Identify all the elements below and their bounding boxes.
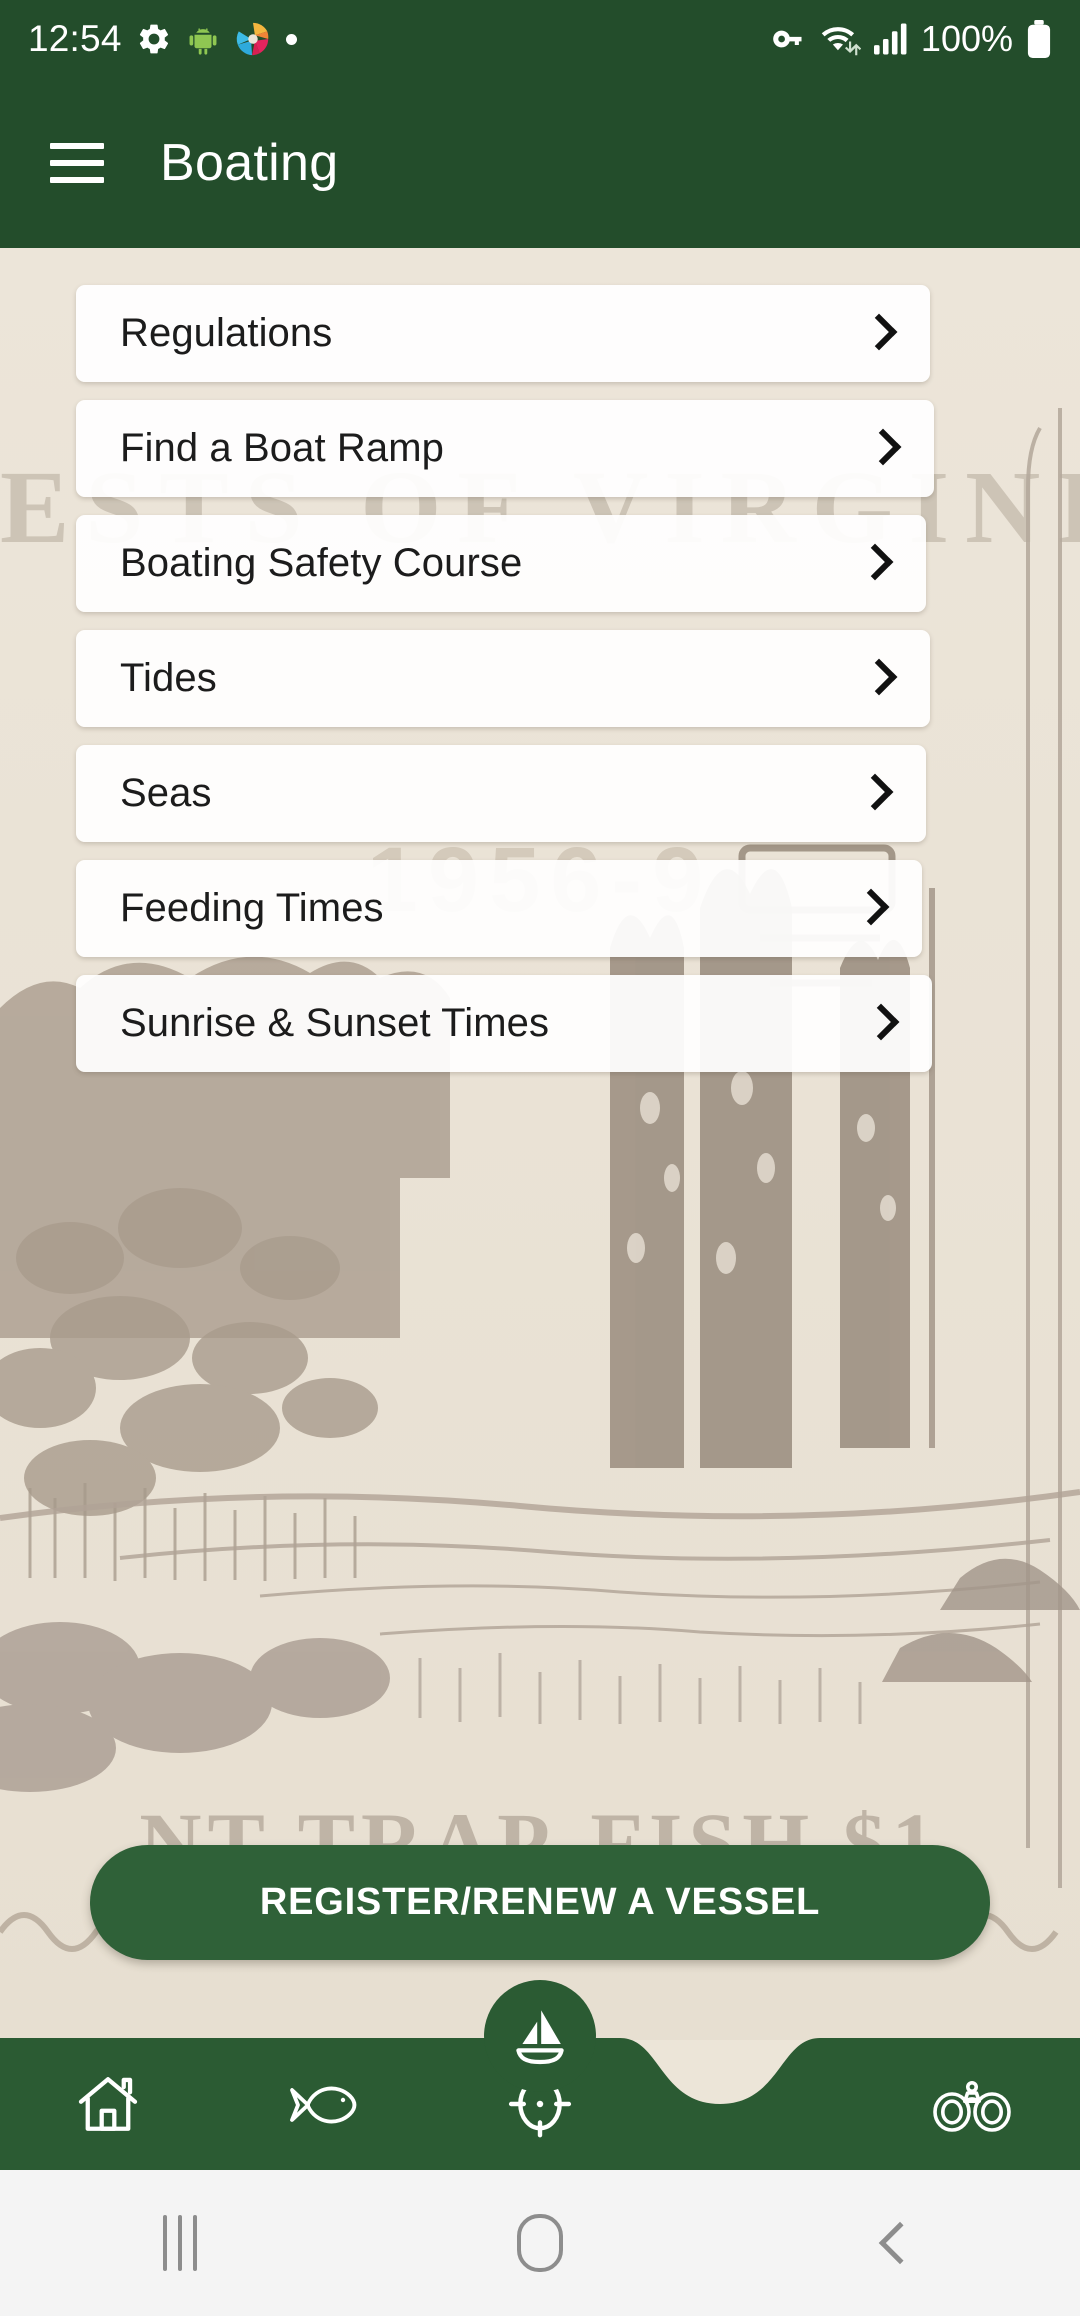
- menu-item-regulations[interactable]: Regulations: [76, 285, 930, 382]
- wifi-icon: [821, 27, 861, 56]
- color-swirl-icon: [236, 22, 268, 56]
- status-bar-right: 100%: [772, 18, 1052, 60]
- fish-icon: [290, 2086, 357, 2124]
- battery-percent-label: 100%: [920, 18, 1013, 59]
- chevron-right-icon: [868, 428, 894, 470]
- sailboat-icon: [516, 2010, 564, 2065]
- recents-icon: [163, 2215, 197, 2271]
- page-title: Boating: [160, 134, 339, 192]
- system-back-button[interactable]: [720, 2221, 1080, 2265]
- dot-icon: [285, 33, 297, 45]
- boating-menu-list: Regulations Find a Boat Ramp Boating Saf…: [0, 285, 1080, 1090]
- chevron-right-icon: [856, 888, 882, 930]
- menu-item-feeding-times[interactable]: Feeding Times: [76, 860, 922, 957]
- system-navigation-bar: [0, 2170, 1080, 2316]
- menu-item-tides[interactable]: Tides: [76, 630, 930, 727]
- binoculars-icon: [933, 2081, 1011, 2132]
- android-robot-icon: [189, 28, 217, 55]
- nav-item-home[interactable]: [0, 2038, 216, 2170]
- chevron-right-icon: [864, 658, 890, 700]
- nav-item-binoculars[interactable]: [864, 2038, 1080, 2170]
- status-bar-left: 12:54: [28, 18, 297, 60]
- menu-item-label: Tides: [120, 656, 217, 700]
- register-renew-vessel-label: REGISTER/RENEW A VESSEL: [259, 1881, 821, 1923]
- menu-item-label: Find a Boat Ramp: [120, 426, 444, 470]
- menu-item-find-a-boat-ramp[interactable]: Find a Boat Ramp: [76, 400, 934, 497]
- menu-item-label: Regulations: [120, 311, 333, 355]
- status-time: 12:54: [28, 18, 122, 59]
- menu-item-label: Feeding Times: [120, 886, 384, 930]
- menu-item-label: Sunrise & Sunset Times: [120, 1001, 550, 1045]
- system-home-button[interactable]: [360, 2214, 720, 2272]
- battery-icon: [1027, 20, 1051, 58]
- nav-fab-spacer: [648, 2038, 864, 2170]
- menu-item-label: Boating Safety Course: [120, 541, 523, 585]
- cellular-signal-icon: [873, 23, 907, 55]
- chevron-right-icon: [860, 773, 886, 815]
- menu-item-seas[interactable]: Seas: [76, 745, 926, 842]
- menu-item-sunrise-sunset-times[interactable]: Sunrise & Sunset Times: [76, 975, 932, 1072]
- chevron-right-icon: [866, 1003, 892, 1045]
- home-button-icon: [517, 2214, 563, 2272]
- phone-screen: ESTS OF VIRGINIA 1956-9 NT-TRAP-FISH $1 …: [0, 0, 1080, 2316]
- back-icon: [878, 2221, 922, 2265]
- app-bar: Boating: [0, 78, 1080, 248]
- status-bar: 12:54 100%: [0, 0, 1080, 78]
- register-renew-vessel-button[interactable]: REGISTER/RENEW A VESSEL: [90, 1845, 990, 1960]
- system-recents-button[interactable]: [0, 2215, 360, 2271]
- sailboat-fab-button[interactable]: [484, 1980, 596, 2092]
- menu-item-label: Seas: [120, 771, 212, 815]
- chevron-right-icon: [860, 543, 886, 585]
- vpn-key-icon: [773, 30, 802, 48]
- home-icon: [78, 2077, 138, 2131]
- chevron-right-icon: [864, 313, 890, 355]
- hamburger-menu-icon[interactable]: [50, 143, 104, 183]
- nav-item-fish[interactable]: [216, 2038, 432, 2170]
- menu-item-boating-safety-course[interactable]: Boating Safety Course: [76, 515, 926, 612]
- gear-icon: [139, 24, 168, 54]
